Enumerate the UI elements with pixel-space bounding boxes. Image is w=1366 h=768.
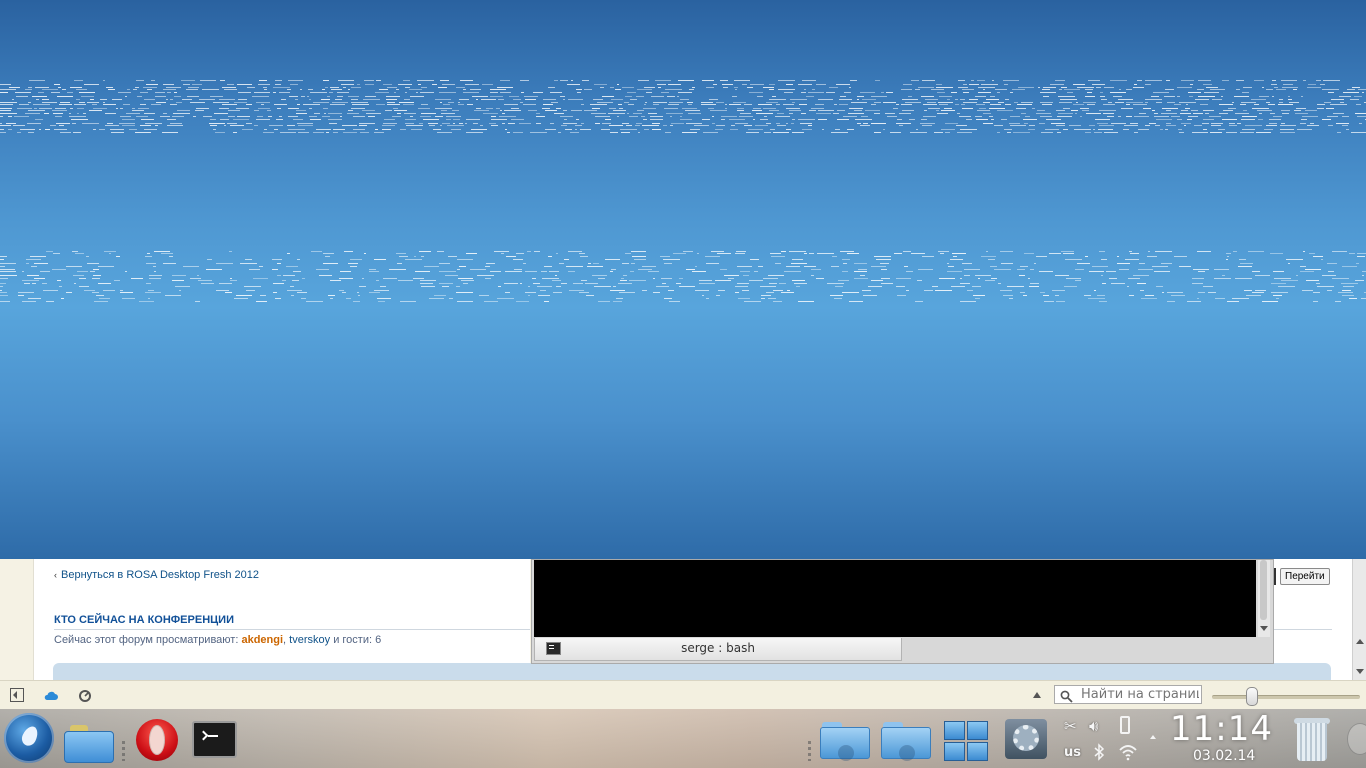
- browser-status-bar: [0, 680, 1366, 710]
- back-to-forum-link[interactable]: ‹ Вернуться в ROSA Desktop Fresh 2012: [54, 569, 259, 581]
- zoom-slider[interactable]: [1212, 687, 1360, 706]
- scroll-down-arrow-icon[interactable]: [1260, 626, 1268, 631]
- sidebar-toggle-icon[interactable]: [10, 688, 24, 702]
- go-button[interactable]: Перейти: [1280, 568, 1330, 585]
- taskbar: ✂ 🔊︎ us 11:14 03.02.14: [0, 709, 1366, 768]
- divider: [54, 629, 530, 630]
- rosa-launcher-icon[interactable]: [4, 713, 54, 763]
- scroll-up-arrow-icon[interactable]: [1356, 639, 1364, 644]
- online-user-link[interactable]: tverskoy: [289, 634, 330, 646]
- keyboard-layout-indicator[interactable]: us: [1064, 745, 1081, 760]
- terminal-screen[interactable]: [534, 560, 1256, 637]
- page-search-box[interactable]: [1054, 685, 1202, 704]
- online-users-heading: КТО СЕЙЧАС НА КОНФЕРЕНЦИИ: [54, 614, 234, 626]
- downloads-folder-icon[interactable]: [820, 719, 870, 761]
- glitched-screen-area: [0, 0, 1366, 559]
- search-icon: [1060, 688, 1073, 707]
- scissors-icon[interactable]: ✂: [1064, 717, 1077, 735]
- page-search-input[interactable]: [1081, 687, 1199, 702]
- settings-icon[interactable]: [1003, 717, 1049, 761]
- back-link-label: Вернуться в ROSA Desktop Fresh 2012: [61, 569, 260, 581]
- konsole-icon[interactable]: [192, 721, 237, 758]
- wifi-icon[interactable]: [1118, 743, 1138, 765]
- trash-icon[interactable]: [1293, 715, 1331, 763]
- forum-panel: ‹ Вернуться в ROSA Desktop Fresh 2012 КТО…: [33, 559, 530, 680]
- terminal-tab-label: serge : bash: [681, 641, 755, 655]
- taskbar-separator: [808, 741, 811, 761]
- windows-grid-icon[interactable]: [942, 719, 990, 763]
- taskbar-separator: [122, 741, 125, 761]
- online-guests-count: и гости: 6: [333, 634, 382, 646]
- terminal-scrollbar[interactable]: [1258, 560, 1270, 637]
- volume-icon[interactable]: 🔊︎: [1089, 717, 1098, 735]
- speed-dial-icon[interactable]: [78, 688, 92, 702]
- file-manager-icon[interactable]: [64, 721, 114, 763]
- chevron-left-icon: ‹: [54, 570, 57, 580]
- online-user-separator: ,: [283, 634, 287, 646]
- cloud-icon[interactable]: [44, 688, 58, 702]
- opera-icon[interactable]: [136, 719, 178, 761]
- forum-footer-bar: [53, 663, 1331, 680]
- tray-expand-icon[interactable]: [1150, 735, 1156, 739]
- panel-menu-icon[interactable]: [1347, 723, 1366, 755]
- terminal-window: serge : bash: [531, 559, 1274, 664]
- zoom-slider-track[interactable]: [1212, 695, 1360, 699]
- online-users-line: Сейчас этот форум просматривают: akdengi…: [54, 634, 381, 646]
- clock-date[interactable]: 03.02.14: [1193, 748, 1255, 764]
- terminal-scroll-thumb[interactable]: [1260, 560, 1267, 620]
- divider: [1272, 629, 1332, 630]
- jump-select-edge[interactable]: [1274, 568, 1276, 585]
- page-scrollbar[interactable]: [1352, 559, 1366, 680]
- online-users-prefix: Сейчас этот форум просматривают:: [54, 634, 239, 646]
- forum-jump-panel: Перейти: [1272, 559, 1352, 680]
- glitch-noise-band: [0, 246, 1366, 306]
- chevron-up-icon[interactable]: [1033, 692, 1041, 698]
- bluetooth-icon[interactable]: [1093, 743, 1105, 765]
- online-user-link[interactable]: akdengi: [241, 634, 283, 646]
- battery-icon[interactable]: [1120, 716, 1130, 734]
- zoom-slider-handle[interactable]: [1246, 687, 1258, 706]
- glitch-noise-band: [0, 76, 1366, 136]
- terminal-tab[interactable]: serge : bash: [534, 638, 902, 661]
- scroll-down-arrow-icon[interactable]: [1356, 669, 1364, 674]
- clock-time[interactable]: 11:14: [1170, 709, 1273, 749]
- documents-folder-icon[interactable]: [881, 719, 931, 761]
